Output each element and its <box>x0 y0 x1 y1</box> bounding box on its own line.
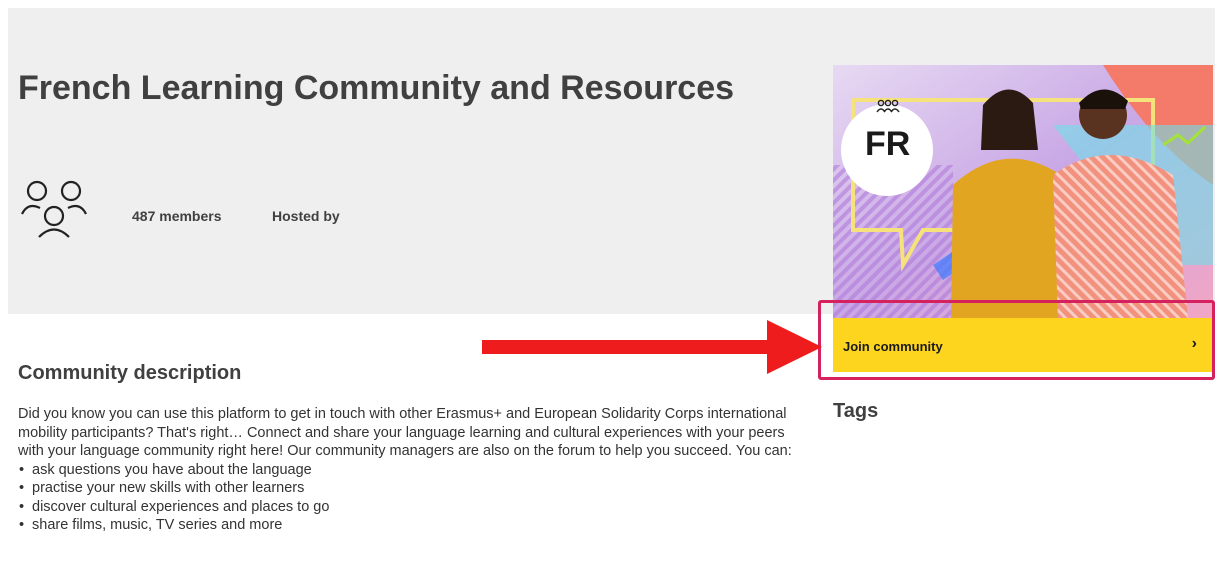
join-community-button[interactable]: Join community › <box>833 318 1213 372</box>
list-item: practise your new skills with other lear… <box>18 479 808 498</box>
red-arrow-icon <box>482 320 822 374</box>
description-list: ask questions you have about the languag… <box>18 461 808 535</box>
list-item: discover cultural experiences and places… <box>18 498 808 517</box>
description-text: Did you know you can use this platform t… <box>18 406 792 459</box>
page-title: French Learning Community and Resources <box>18 69 735 107</box>
list-item: ask questions you have about the languag… <box>18 461 808 480</box>
description-heading: Community description <box>18 362 242 384</box>
list-item: share films, music, TV series and more <box>18 516 808 535</box>
language-badge: FR <box>865 125 911 163</box>
people-group-icon <box>21 180 87 238</box>
chevron-right-icon: › <box>1191 335 1197 352</box>
tags-heading: Tags <box>833 400 879 422</box>
join-community-label: Join community <box>843 339 943 354</box>
people-icon <box>876 99 900 115</box>
community-description: Did you know you can use this platform t… <box>18 405 808 535</box>
hosted-by-label: Hosted by <box>272 208 340 224</box>
community-image: FR <box>833 65 1213 318</box>
members-count: 487 members <box>132 208 222 224</box>
